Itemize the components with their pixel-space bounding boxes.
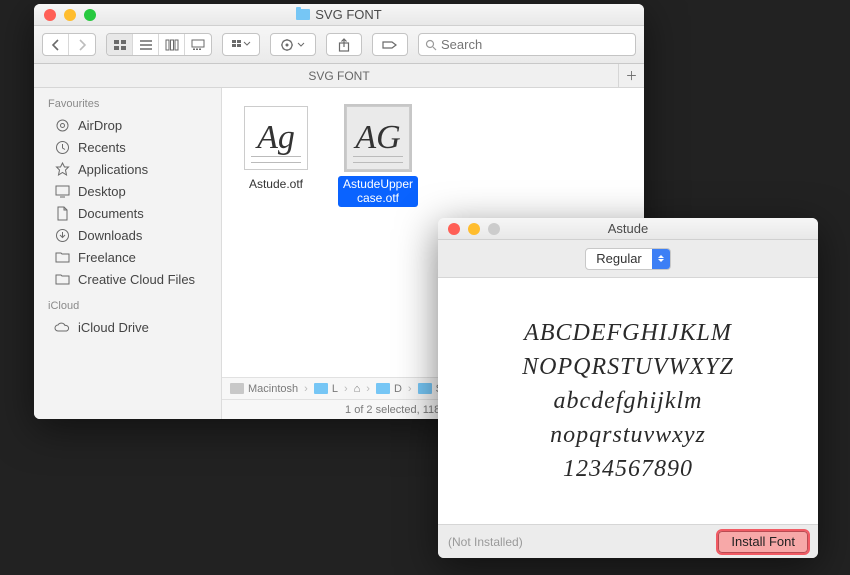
folder-icon [54, 249, 70, 265]
path-header: SVG FONT ＋ [34, 64, 644, 88]
minimize-icon[interactable] [468, 223, 480, 235]
view-list-button[interactable] [133, 34, 159, 55]
zoom-icon[interactable] [84, 9, 96, 21]
sidebar-item-ccfiles[interactable]: Creative Cloud Files [34, 268, 221, 290]
install-state: (Not Installed) [448, 535, 523, 549]
font-file-icon: Ag [244, 106, 308, 170]
zoom-icon[interactable] [488, 223, 500, 235]
search-field[interactable] [418, 33, 636, 56]
install-font-button[interactable]: Install Font [718, 531, 808, 553]
clock-icon [54, 139, 70, 155]
style-popup[interactable]: Regular [585, 248, 671, 270]
sidebar-item-documents[interactable]: Documents [34, 202, 221, 224]
minimize-icon[interactable] [64, 9, 76, 21]
traffic-lights [34, 9, 96, 21]
sidebar-item-icloud[interactable]: iCloud Drive [34, 316, 221, 338]
arrange-button[interactable] [223, 34, 259, 55]
airdrop-icon [54, 117, 70, 133]
home-icon: ⌂ [354, 383, 361, 395]
desktop-icon [54, 183, 70, 199]
sidebar-item-desktop[interactable]: Desktop [34, 180, 221, 202]
fontwin-titlebar[interactable]: Astude [438, 218, 818, 240]
folder-icon [418, 383, 432, 394]
fontwin-toolbar: Regular [438, 240, 818, 278]
preview-line: abcdefghijklm [554, 386, 703, 416]
file-item[interactable]: Ag Astude.otf [236, 106, 316, 192]
sidebar-item-applications[interactable]: Applications [34, 158, 221, 180]
window-title: Astude [608, 221, 648, 236]
window-title: SVG FONT [315, 7, 381, 22]
applications-icon [54, 161, 70, 177]
view-icons-button[interactable] [107, 34, 133, 55]
sidebar-item-downloads[interactable]: Downloads [34, 224, 221, 246]
sidebar-item-airdrop[interactable]: AirDrop [34, 114, 221, 136]
chevron-updown-icon [652, 249, 670, 269]
preview-line: ABCDEFGHIJKLM [524, 318, 732, 348]
font-preview-window: Astude Regular ABCDEFGHIJKLM NOPQRSTUVWX… [438, 218, 818, 558]
finder-titlebar[interactable]: SVG FONT [34, 4, 644, 26]
finder-toolbar [34, 26, 644, 64]
font-preview-area: ABCDEFGHIJKLM NOPQRSTUVWXYZ abcdefghijkl… [438, 278, 818, 524]
tags-button[interactable] [372, 33, 408, 56]
view-gallery-button[interactable] [185, 34, 211, 55]
file-item[interactable]: AG AstudeUppercase.otf [338, 106, 418, 207]
view-columns-button[interactable] [159, 34, 185, 55]
style-popup-label: Regular [586, 251, 652, 266]
path-header-label: SVG FONT [308, 69, 369, 83]
folder-icon [376, 383, 390, 394]
sidebar-item-recents[interactable]: Recents [34, 136, 221, 158]
preview-line: 1234567890 [563, 454, 693, 484]
share-button[interactable] [326, 33, 362, 56]
folder-icon [314, 383, 328, 394]
traffic-lights [438, 223, 500, 235]
sidebar-item-freelance[interactable]: Freelance [34, 246, 221, 268]
close-icon[interactable] [44, 9, 56, 21]
fontwin-footer: (Not Installed) Install Font [438, 524, 818, 558]
folder-icon [54, 271, 70, 287]
action-menu-button[interactable] [270, 33, 316, 56]
search-icon [425, 39, 437, 51]
documents-icon [54, 205, 70, 221]
sidebar-section-favourites: Favourites [34, 94, 221, 114]
search-input[interactable] [441, 37, 629, 52]
cloud-icon [54, 319, 70, 335]
finder-sidebar: Favourites AirDrop Recents Applications … [34, 88, 222, 419]
file-name: Astude.otf [246, 176, 306, 192]
forward-button[interactable] [69, 34, 95, 55]
disk-icon [230, 383, 244, 394]
close-icon[interactable] [448, 223, 460, 235]
sidebar-section-icloud: iCloud [34, 296, 221, 316]
preview-line: nopqrstuvwxyz [550, 420, 706, 450]
arrange-group [222, 33, 260, 56]
add-tab-button[interactable]: ＋ [618, 64, 644, 87]
nav-back-forward [42, 33, 96, 56]
back-button[interactable] [43, 34, 69, 55]
file-name: AstudeUppercase.otf [338, 176, 418, 207]
font-file-icon: AG [346, 106, 410, 170]
downloads-icon [54, 227, 70, 243]
view-mode-group [106, 33, 212, 56]
folder-icon [296, 9, 310, 20]
preview-line: NOPQRSTUVWXYZ [522, 352, 734, 382]
